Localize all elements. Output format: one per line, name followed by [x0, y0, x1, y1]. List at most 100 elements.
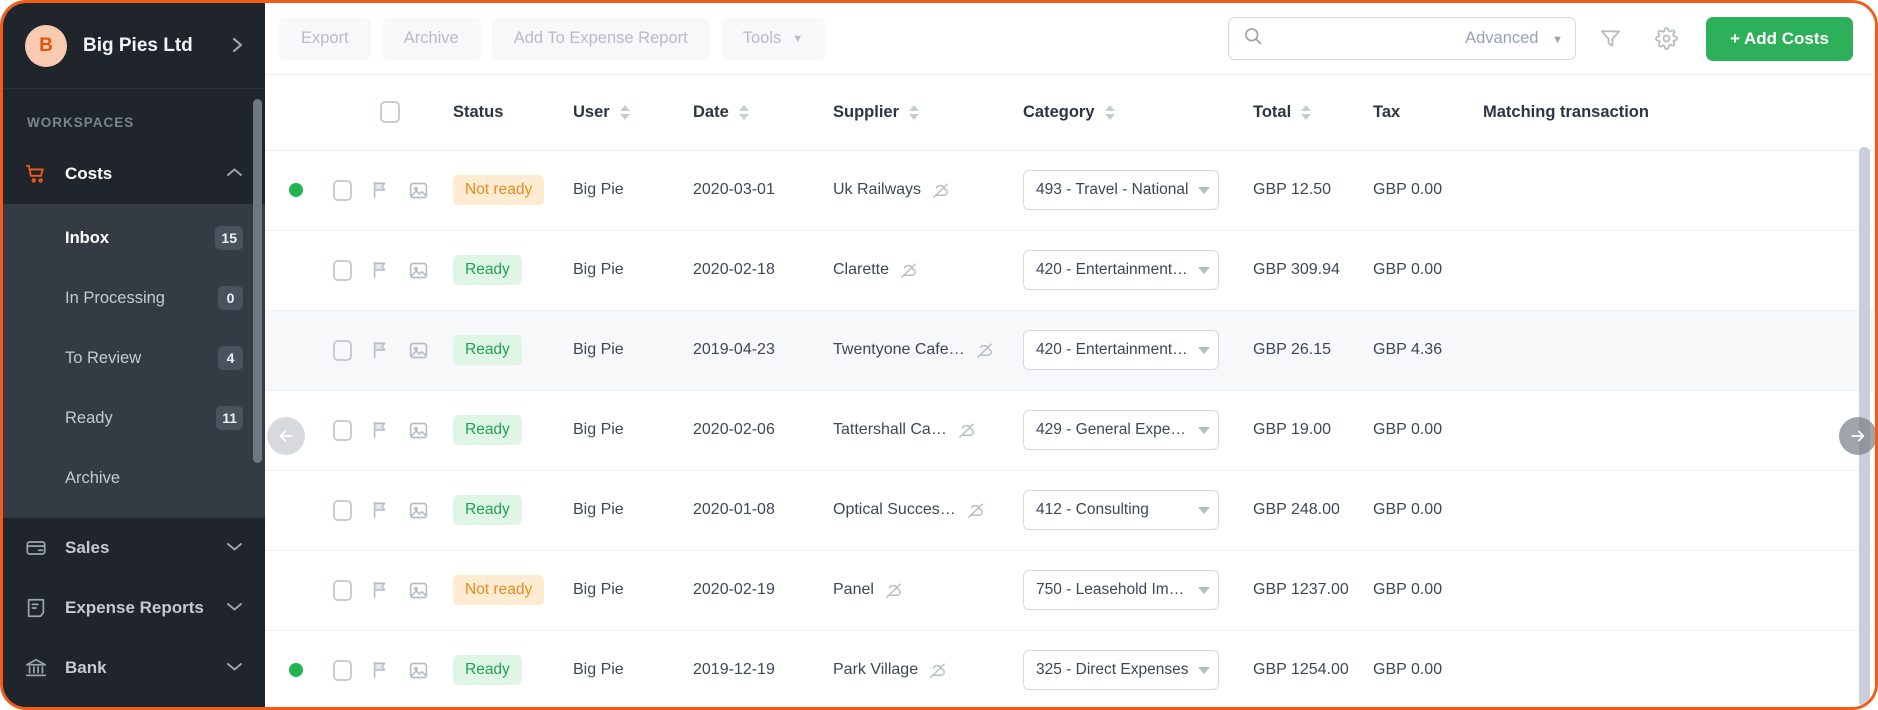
cell-category: 412 - Consulting [1023, 470, 1253, 551]
row-checkbox[interactable] [333, 179, 352, 201]
table-row[interactable]: Not ready Big Pie 2020-02-19 Panel 750 - Lea… [265, 550, 1875, 631]
supplier-name: Park Village [833, 661, 919, 678]
status-badge: Ready [453, 415, 522, 445]
cell-total: GBP 12.50 [1253, 150, 1373, 231]
sidebar-group-sales[interactable]: Sales [3, 518, 265, 578]
supplier-name: Twentyone Cafe… [833, 341, 965, 358]
th-user[interactable]: User [573, 75, 693, 151]
flag-icon[interactable] [370, 660, 390, 680]
prev-page-button[interactable] [267, 417, 305, 455]
row-checkbox[interactable] [333, 339, 352, 361]
search-input[interactable] [1272, 29, 1466, 48]
flag-icon[interactable] [370, 340, 390, 360]
image-icon[interactable] [408, 260, 429, 281]
table-row[interactable]: Ready Big Pie 2020-02-18 Clarette 420 - Ente… [265, 230, 1875, 311]
cell-category: 493 - Travel - National [1023, 150, 1253, 231]
cell-row-icons [327, 310, 453, 391]
category-select[interactable]: 412 - Consulting [1023, 490, 1219, 530]
gear-icon[interactable] [1646, 18, 1688, 60]
flag-icon[interactable] [370, 180, 390, 200]
th-status-label: Status [453, 102, 504, 121]
tools-button[interactable]: Tools ▼ [720, 17, 826, 60]
image-icon[interactable] [408, 660, 429, 681]
flag-icon[interactable] [370, 260, 390, 280]
advanced-search-toggle[interactable]: Advanced ▼ [1465, 29, 1563, 48]
cell-date: 2019-04-23 [693, 310, 833, 391]
flag-icon[interactable] [370, 500, 390, 520]
next-page-button[interactable] [1839, 417, 1875, 455]
sidebar-item-label: Archive [65, 468, 121, 487]
sidebar-scrollbar[interactable] [253, 99, 262, 463]
cell-tax: GBP 0.00 [1373, 550, 1483, 631]
table-row[interactable]: Ready Big Pie 2019-12-19 Park Village 325 - … [265, 630, 1875, 707]
th-category[interactable]: Category [1023, 75, 1253, 151]
sidebar-item-ready[interactable]: Ready 11 [3, 388, 265, 448]
th-total-label: Total [1253, 102, 1292, 121]
th-date-label: Date [693, 102, 729, 121]
cell-status: Ready [453, 630, 573, 707]
row-checkbox[interactable] [333, 419, 352, 441]
cell-tax: GBP 4.36 [1373, 310, 1483, 391]
sidebar-item-to-review[interactable]: To Review 4 [3, 328, 265, 388]
add-costs-button[interactable]: + Add Costs [1705, 16, 1853, 61]
th-supplier[interactable]: Supplier [833, 75, 1023, 151]
sort-icon[interactable] [619, 104, 630, 120]
category-select[interactable]: 325 - Direct Expenses [1023, 650, 1219, 690]
image-icon[interactable] [408, 580, 429, 601]
row-checkbox[interactable] [333, 659, 352, 681]
add-to-expense-report-button[interactable]: Add To Expense Report [491, 17, 710, 60]
th-date[interactable]: Date [693, 75, 833, 151]
category-select[interactable]: 493 - Travel - National [1023, 170, 1219, 210]
th-total[interactable]: Total [1253, 75, 1373, 151]
export-button[interactable]: Export [279, 17, 371, 60]
sidebar-item-count: 11 [216, 406, 243, 430]
table-row[interactable]: Ready Big Pie 2020-01-08 Optical Succes… 412… [265, 470, 1875, 551]
table-body: Not ready Big Pie 2020-03-01 Uk Railways 493… [265, 150, 1875, 707]
table-row[interactable]: Not ready Big Pie 2020-03-01 Uk Railways 493… [265, 150, 1875, 231]
archive-button[interactable]: Archive [381, 17, 481, 60]
sidebar-item-in-processing[interactable]: In Processing 0 [3, 268, 265, 328]
sidebar-group-costs[interactable]: Costs [3, 144, 265, 204]
category-select[interactable]: 420 - Entertainment-10… [1023, 250, 1219, 290]
sort-icon[interactable] [1104, 104, 1115, 120]
image-icon[interactable] [408, 180, 429, 201]
sidebar-item-label: Inbox [65, 228, 109, 247]
row-checkbox[interactable] [333, 259, 352, 281]
category-select[interactable]: 429 - General Expenses [1023, 410, 1219, 450]
sidebar-expand-icon[interactable] [219, 25, 255, 65]
flag-icon[interactable] [370, 580, 390, 600]
sort-icon[interactable] [909, 104, 920, 120]
image-icon[interactable] [408, 500, 429, 521]
image-icon[interactable] [408, 340, 429, 361]
cell-supplier: Tattershall Ca… [833, 390, 1023, 471]
row-checkbox[interactable] [333, 579, 352, 601]
row-checkbox[interactable] [333, 499, 352, 521]
sidebar-item-label: To Review [65, 348, 142, 367]
sidebar-group-expense-reports[interactable]: Expense Reports [3, 578, 265, 638]
cell-matching-transaction [1483, 550, 1875, 631]
category-select[interactable]: 420 - Entertainment-10… [1023, 330, 1219, 370]
sort-icon[interactable] [1301, 104, 1312, 120]
sort-icon[interactable] [738, 104, 749, 120]
chevron-up-icon[interactable] [226, 167, 243, 181]
table-row[interactable]: Ready Big Pie 2020-02-06 Tattershall Ca… 429… [265, 390, 1875, 471]
search-box[interactable]: Advanced ▼ [1227, 17, 1576, 60]
cell-date: 2019-12-19 [693, 630, 833, 707]
sidebar: B Big Pies Ltd WORKSPACES Costs Inbox 15… [3, 3, 265, 707]
cell-date: 2020-02-19 [693, 550, 833, 631]
sidebar-group-bank[interactable]: Bank [3, 638, 265, 698]
table-row[interactable]: Ready Big Pie 2019-04-23 Twentyone Cafe… 420… [265, 310, 1875, 391]
image-icon[interactable] [408, 420, 429, 441]
cell-matching-transaction [1483, 230, 1875, 311]
chevron-down-icon[interactable] [226, 601, 243, 615]
supplier-name: Optical Succes… [833, 501, 956, 518]
chevron-down-icon[interactable] [226, 661, 243, 675]
select-all-checkbox[interactable] [380, 101, 400, 124]
sidebar-item-inbox[interactable]: Inbox 15 [3, 208, 265, 268]
chevron-down-icon[interactable] [226, 541, 243, 555]
category-select[interactable]: 750 - Leasehold Improv… [1023, 570, 1219, 610]
flag-icon[interactable] [370, 420, 390, 440]
sidebar-item-archive[interactable]: Archive [3, 448, 265, 508]
cloud-off-icon [957, 421, 976, 440]
filter-icon[interactable] [1590, 18, 1632, 60]
